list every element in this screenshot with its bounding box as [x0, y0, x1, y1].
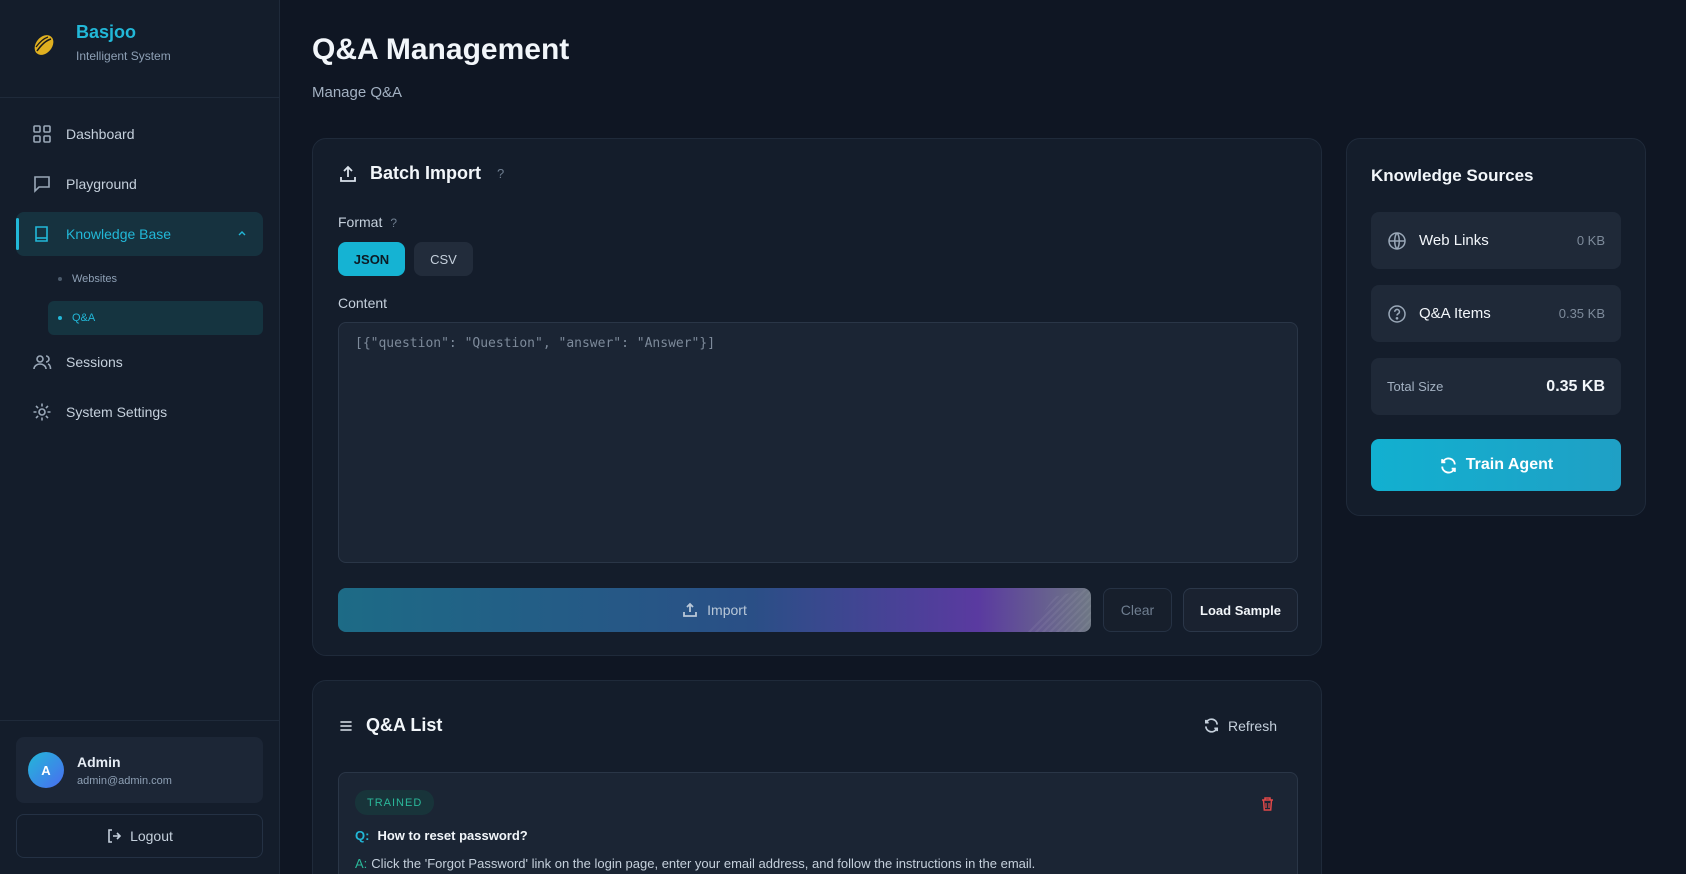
batch-import-card: Batch Import ? Format? JSON CSV Content … — [312, 138, 1322, 656]
sidebar-item-system-settings[interactable]: System Settings — [16, 390, 263, 434]
sidebar-item-label: Dashboard — [66, 126, 135, 142]
upload-icon — [340, 165, 356, 182]
import-label: Import — [707, 602, 747, 618]
page-subtitle: Manage Q&A — [312, 84, 403, 101]
train-agent-label: Train Agent — [1465, 456, 1554, 473]
sidebar-item-label: System Settings — [66, 404, 168, 420]
users-icon — [33, 355, 52, 370]
answer-prefix: A: — [355, 856, 368, 871]
refresh-icon — [1440, 456, 1456, 474]
sidebar-item-knowledge-base[interactable]: Knowledge Base — [16, 212, 263, 256]
sidebar-item-sessions[interactable]: Sessions — [16, 340, 263, 384]
divider — [0, 720, 280, 721]
grid-icon — [33, 125, 51, 143]
book-icon — [35, 226, 48, 242]
sidebar-subitem-qa[interactable]: Q&A — [48, 301, 263, 335]
chevron-up-icon[interactable] — [237, 228, 247, 238]
card-title: Batch Import — [370, 163, 482, 183]
sidebar-nav: Dashboard Playground Knowledge Base Webs… — [16, 112, 263, 440]
source-label: Q&A Items — [1419, 305, 1491, 322]
sidebar-item-playground[interactable]: Playground — [16, 162, 263, 206]
load-sample-button[interactable]: Load Sample — [1183, 588, 1298, 632]
card-title: Knowledge Sources — [1371, 166, 1534, 185]
total-size-label: Total Size — [1387, 379, 1444, 394]
sidebar-subitem-websites[interactable]: Websites — [48, 262, 263, 296]
gear-icon — [33, 403, 51, 421]
content-input[interactable] — [338, 322, 1298, 563]
user-email: admin@admin.com — [77, 774, 172, 787]
source-size: 0.35 KB — [1558, 306, 1605, 321]
qa-list-card: Q&A List Refresh TRAINED Q: How to reset … — [312, 680, 1322, 874]
format-label: Format? — [338, 214, 397, 230]
refresh-button[interactable]: Refresh — [1203, 717, 1277, 734]
format-json-button[interactable]: JSON — [338, 242, 405, 276]
source-size: 0 KB — [1576, 233, 1605, 248]
chat-icon — [34, 176, 50, 193]
sidebar-item-label: Knowledge Base — [66, 226, 172, 242]
total-size-row: Total Size 0.35 KB — [1371, 358, 1621, 415]
sidebar-item-label: Playground — [66, 176, 137, 192]
card-header: Batch Import ? — [338, 163, 504, 184]
sidebar-subitem-label: Q&A — [72, 312, 96, 324]
logout-label: Logout — [130, 828, 173, 844]
logout-icon — [108, 829, 122, 843]
page-title: Q&A Management — [312, 33, 570, 66]
format-csv-button[interactable]: CSV — [414, 242, 473, 276]
logout-button[interactable]: Logout — [16, 814, 263, 858]
answer-text: A: Click the 'Forgot Password' link on th… — [355, 856, 1035, 871]
train-agent-button[interactable]: Train Agent — [1371, 439, 1621, 491]
source-label: Web Links — [1419, 232, 1489, 249]
sidebar-subitem-label: Websites — [72, 273, 118, 285]
sidebar-item-label: Sessions — [66, 354, 123, 370]
question-text: Q: How to reset password? — [355, 828, 528, 843]
format-label-text: Format — [338, 214, 383, 230]
sidebar-item-dashboard[interactable]: Dashboard — [16, 112, 263, 156]
total-size-value: 0.35 KB — [1546, 377, 1605, 395]
refresh-label: Refresh — [1227, 717, 1277, 734]
format-help-icon[interactable]: ? — [390, 216, 397, 230]
globe-icon — [1388, 231, 1406, 250]
question-prefix: Q: — [355, 828, 370, 843]
clear-button[interactable]: Clear — [1103, 588, 1172, 632]
card-title: Q&A List — [366, 715, 443, 735]
brand[interactable]: Basjoo Intelligent System — [30, 22, 171, 63]
logo-icon — [34, 34, 54, 55]
import-button[interactable]: Import — [338, 588, 1091, 632]
user-name: Admin — [77, 753, 121, 770]
brand-subtitle: Intelligent System — [76, 49, 171, 63]
bullet-icon — [58, 316, 62, 320]
trash-icon[interactable] — [1260, 796, 1275, 812]
user-card[interactable]: A Admin admin@admin.com — [16, 737, 263, 803]
card-header: Q&A List — [338, 715, 442, 736]
list-item: TRAINED Q: How to reset password? A: Click… — [338, 772, 1298, 874]
help-icon[interactable]: ? — [497, 166, 504, 181]
bullet-icon — [58, 277, 62, 281]
refresh-icon — [1204, 718, 1218, 733]
sidebar: Basjoo Intelligent System Dashboard Play… — [0, 0, 280, 874]
brand-name: Basjoo — [76, 22, 137, 42]
answer-value: Click the 'Forgot Password' link on the … — [371, 856, 1036, 871]
list-icon — [340, 720, 352, 731]
question-circle-icon — [1388, 304, 1406, 323]
avatar: A — [28, 752, 64, 788]
source-row-web-links: Web Links 0 KB — [1371, 212, 1621, 269]
status-badge: TRAINED — [355, 790, 435, 815]
content-label: Content — [338, 295, 388, 311]
source-row-qa-items: Q&A Items 0.35 KB — [1371, 285, 1621, 342]
question-value: How to reset password? — [377, 828, 528, 843]
divider — [0, 97, 280, 98]
knowledge-sources-card: Knowledge Sources Web Links 0 KB Q&A Ite… — [1346, 138, 1646, 516]
upload-icon — [683, 602, 698, 617]
